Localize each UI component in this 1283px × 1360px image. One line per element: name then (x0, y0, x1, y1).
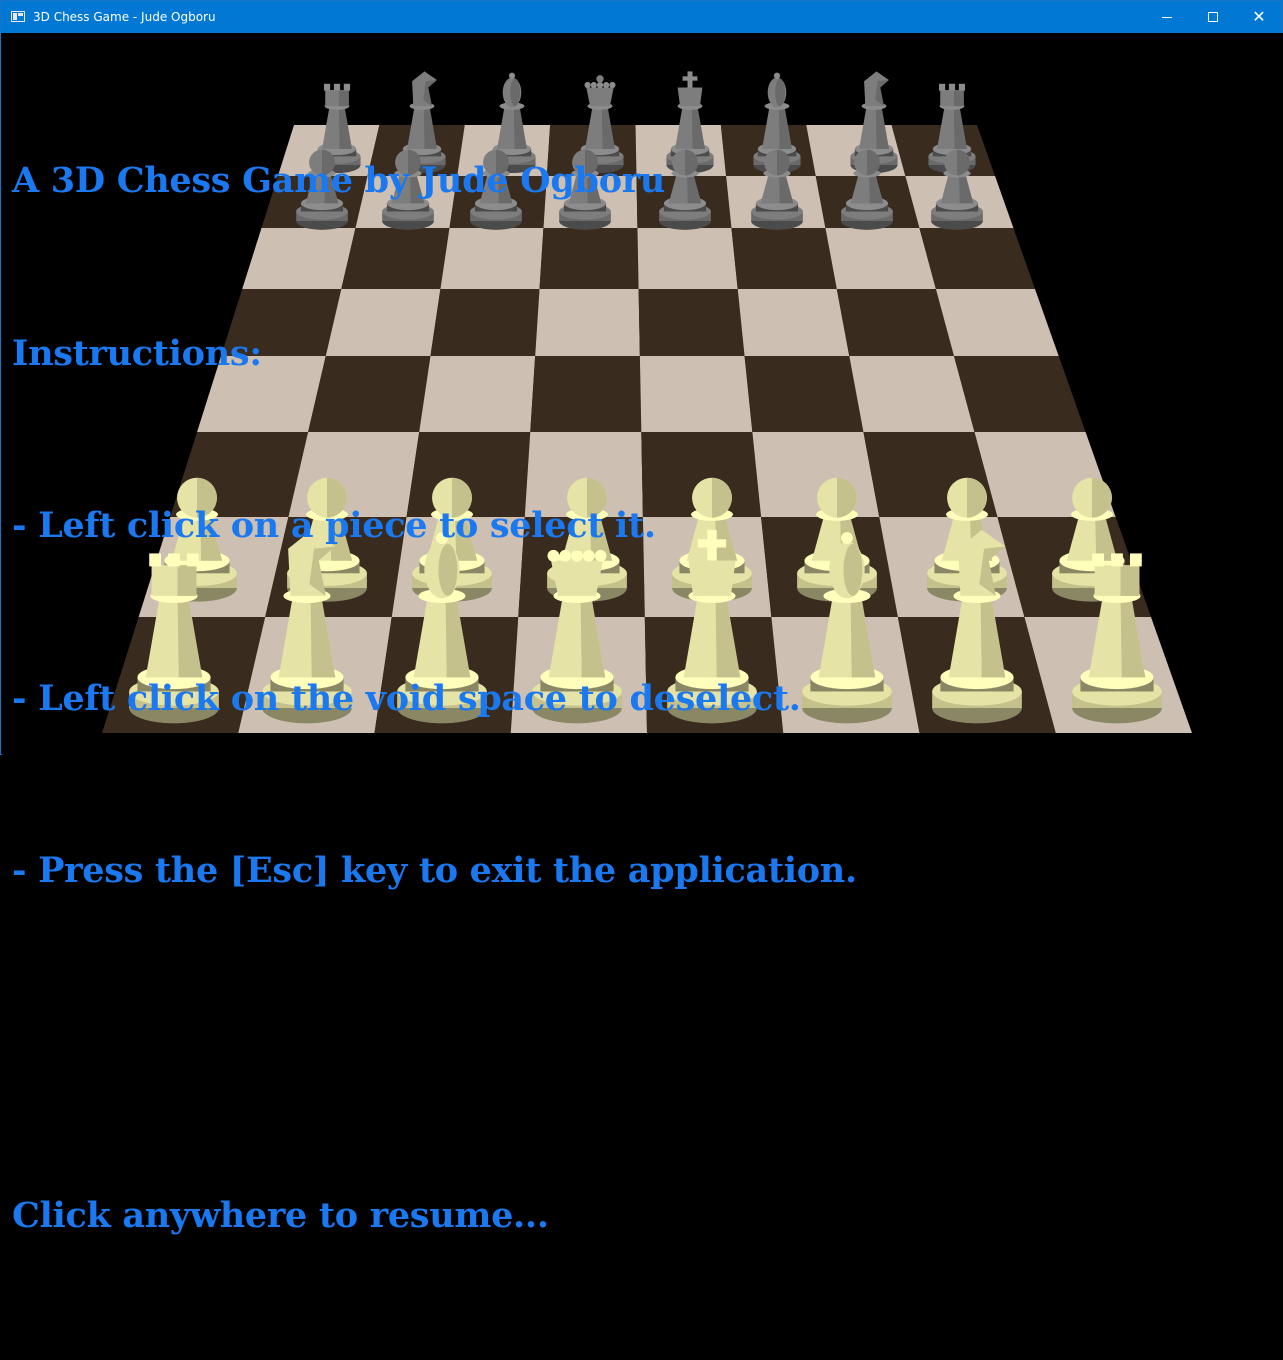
resume-prompt: Click anywhere to resume... (12, 1195, 549, 1236)
game-viewport[interactable]: A 3D Chess Game by Jude Ogboru Instructi… (2, 33, 1283, 1236)
maximize-button[interactable] (1190, 1, 1236, 33)
title-bar[interactable]: 3D Chess Game - Jude Ogboru ✕ (1, 1, 1282, 33)
minimize-button[interactable] (1144, 1, 1190, 33)
instruction-deselect: - Left click on the void space to desele… (12, 677, 801, 719)
close-icon: ✕ (1252, 7, 1266, 26)
instruction-select: - Left click on a piece to select it. (12, 505, 656, 546)
app-window: 3D Chess Game - Jude Ogboru ✕ A 3D Chess… (0, 0, 1283, 1236)
close-button[interactable]: ✕ (1236, 1, 1282, 33)
instruction-exit: - Press the [Esc] key to exit the applic… (12, 850, 857, 891)
instructions-heading: Instructions: (12, 332, 262, 374)
minimize-icon (1162, 16, 1172, 18)
app-window-icon (11, 11, 25, 22)
window-title: 3D Chess Game - Jude Ogboru (33, 10, 216, 24)
board-square[interactable] (919, 228, 1035, 289)
board-square[interactable] (953, 356, 1086, 432)
maximize-icon (1208, 12, 1218, 22)
overlay-spacer (12, 1015, 857, 1073)
board-square[interactable] (849, 356, 975, 432)
board-square[interactable] (935, 289, 1059, 356)
pause-overlay: A 3D Chess Game by Jude Ogboru Instructi… (12, 37, 857, 1360)
overlay-title: A 3D Chess Game by Jude Ogboru (12, 160, 666, 201)
